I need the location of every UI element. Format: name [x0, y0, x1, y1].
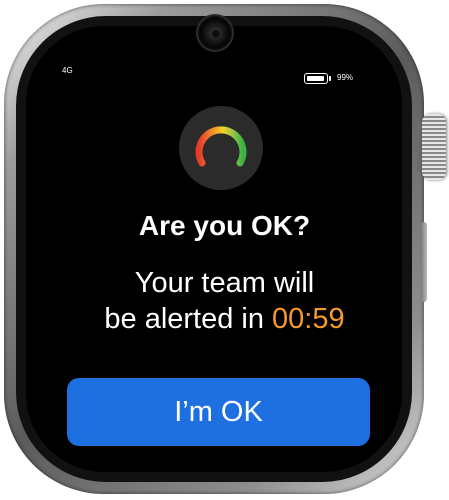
- digital-crown[interactable]: [422, 114, 446, 180]
- battery-percentage: 99%: [337, 73, 354, 82]
- alert-message-prefix: be alerted in: [104, 303, 273, 335]
- countdown-timer: 00:59: [272, 303, 345, 335]
- network-status: 4G: [62, 66, 73, 75]
- watch-device: 4G 99% Are you OK? Your team will be ale…: [0, 0, 449, 500]
- front-camera: [196, 14, 234, 52]
- alert-message: Your team will be alerted in 00:59: [0, 265, 449, 337]
- alert-message-line1: Your team will: [134, 267, 315, 299]
- alert-message-line2: be alerted in 00:59: [0, 301, 449, 337]
- battery-tip: [329, 76, 331, 81]
- alert-title: Are you OK?: [138, 210, 311, 241]
- im-ok-button[interactable]: I’m OK: [67, 378, 370, 446]
- gauge-icon: [179, 106, 263, 190]
- battery-icon: [304, 73, 328, 84]
- gauge-background: [179, 106, 263, 190]
- battery-fill: [306, 75, 325, 81]
- camera-lens: [211, 29, 221, 39]
